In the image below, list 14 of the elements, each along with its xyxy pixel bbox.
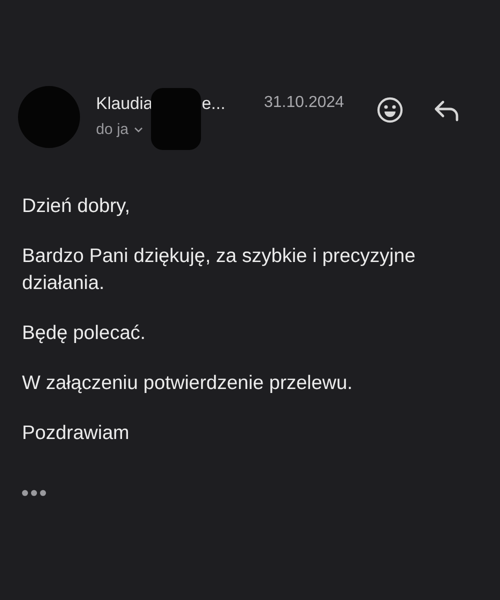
chevron-down-icon[interactable] xyxy=(134,126,143,132)
email-date: 31.10.2024 xyxy=(264,93,344,112)
sender-name[interactable]: Klaudia xyxy=(96,94,153,114)
body-paragraph: Dzień dobry, xyxy=(22,194,132,219)
redaction-mark xyxy=(150,88,201,150)
body-paragraph: Pozdrawiam xyxy=(22,421,130,446)
reply-icon[interactable] xyxy=(434,100,460,122)
sender-name-tail: e... xyxy=(202,94,226,114)
body-paragraph: Bardzo Pani dziękuję, za szybkie i precyzyjne działania. xyxy=(22,244,416,296)
recipient-label[interactable]: do ja xyxy=(96,121,129,138)
more-icon[interactable] xyxy=(22,490,46,496)
body-paragraph: Będę polecać. xyxy=(22,321,147,346)
body-paragraph: W załączeniu potwierdzenie przelewu. xyxy=(22,371,354,396)
smiley-icon[interactable] xyxy=(376,96,404,124)
